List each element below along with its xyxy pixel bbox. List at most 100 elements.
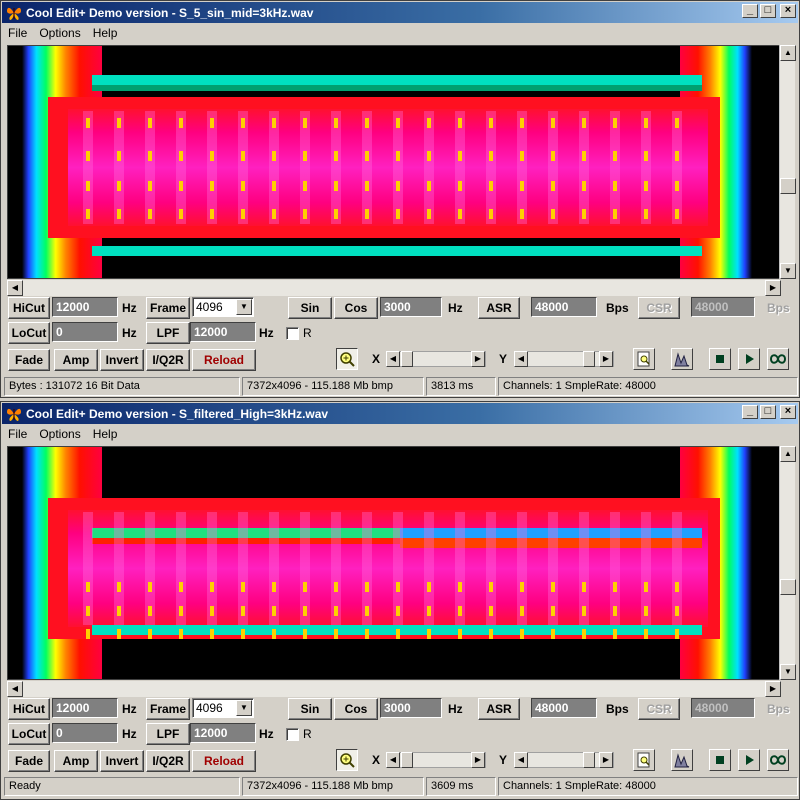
stop-icon[interactable] [709, 749, 731, 771]
lpf-field[interactable]: 12000 [190, 322, 256, 342]
lpf-button[interactable]: LPF [146, 322, 190, 344]
amp-button[interactable]: Amp [54, 349, 98, 371]
scroll-left-icon[interactable]: ◀ [514, 351, 528, 367]
freq-field[interactable]: 3000 [380, 297, 442, 317]
menu-help[interactable]: Help [87, 427, 124, 441]
invert-button[interactable]: Invert [100, 349, 144, 371]
locut-field[interactable]: 0 [52, 723, 118, 743]
scroll-right-icon[interactable]: ▶ [765, 280, 781, 296]
locut-button[interactable]: LoCut [8, 322, 50, 344]
lpf-button[interactable]: LPF [146, 723, 190, 745]
y-slider-knob[interactable] [583, 351, 595, 367]
menu-help[interactable]: Help [87, 26, 124, 40]
menu-options[interactable]: Options [33, 427, 86, 441]
hicut-button[interactable]: HiCut [8, 698, 50, 720]
scroll-left-icon[interactable]: ◀ [514, 752, 528, 768]
butterfly-icon[interactable] [6, 5, 22, 21]
cos-button[interactable]: Cos [334, 698, 378, 720]
play-icon[interactable] [738, 348, 760, 370]
scroll-left-icon[interactable]: ◀ [7, 681, 23, 697]
maximize-icon[interactable]: □ [760, 405, 776, 419]
minimize-icon[interactable]: _ [742, 4, 758, 18]
scroll-thumb[interactable] [780, 579, 796, 595]
loop-icon[interactable] [767, 348, 789, 370]
frame-select[interactable]: 4096 ▼ [192, 297, 254, 317]
asr-button[interactable]: ASR [478, 698, 520, 720]
spectrogram-view[interactable] [7, 45, 781, 279]
reload-button[interactable]: Reload [192, 349, 256, 371]
horizontal-scrollbar[interactable]: ◀ ▶ [7, 280, 781, 296]
scroll-left-icon[interactable]: ◀ [386, 351, 400, 367]
asr-button[interactable]: ASR [478, 297, 520, 319]
title-bar[interactable]: Cool Edit+ Demo version - S_5_sin_mid=3k… [2, 2, 798, 23]
csr-field[interactable]: 48000 [691, 297, 755, 317]
scroll-left-icon[interactable]: ◀ [386, 752, 400, 768]
vertical-scrollbar[interactable]: ▲ ▼ [779, 45, 796, 279]
x-slider-knob[interactable] [401, 351, 413, 367]
locut-button[interactable]: LoCut [8, 723, 50, 745]
locut-field[interactable]: 0 [52, 322, 118, 342]
lpf-field[interactable]: 12000 [190, 723, 256, 743]
zoom-page-icon[interactable] [633, 348, 655, 370]
asr-field[interactable]: 48000 [531, 698, 597, 718]
zoom-in-icon[interactable] [336, 749, 358, 771]
r-checkbox[interactable] [286, 728, 299, 741]
csr-field[interactable]: 48000 [691, 698, 755, 718]
stop-icon[interactable] [709, 348, 731, 370]
csr-button[interactable]: CSR [638, 297, 680, 319]
horizontal-scrollbar[interactable]: ◀ ▶ [7, 681, 781, 697]
scroll-right-icon[interactable]: ▶ [599, 351, 613, 367]
iq2r-button[interactable]: I/Q2R [146, 349, 190, 371]
title-bar[interactable]: Cool Edit+ Demo version - S_filtered_Hig… [2, 403, 798, 424]
scroll-right-icon[interactable]: ▶ [765, 681, 781, 697]
menu-file[interactable]: File [2, 26, 33, 40]
freq-field[interactable]: 3000 [380, 698, 442, 718]
scroll-right-icon[interactable]: ▶ [599, 752, 613, 768]
scroll-left-icon[interactable]: ◀ [7, 280, 23, 296]
menu-file[interactable]: File [2, 427, 33, 441]
chevron-down-icon[interactable]: ▼ [236, 700, 252, 716]
x-slider[interactable]: ◀ ▶ [386, 752, 486, 768]
butterfly-icon[interactable] [6, 406, 22, 422]
zoom-page-icon[interactable] [633, 749, 655, 771]
close-icon[interactable]: × [780, 4, 796, 18]
sin-button[interactable]: Sin [288, 297, 332, 319]
spectrum-icon[interactable] [671, 749, 693, 771]
reload-button[interactable]: Reload [192, 750, 256, 772]
x-slider-knob[interactable] [401, 752, 413, 768]
scroll-up-icon[interactable]: ▲ [780, 45, 796, 61]
frame-button[interactable]: Frame [146, 297, 190, 319]
spectrum-icon[interactable] [671, 348, 693, 370]
hicut-button[interactable]: HiCut [8, 297, 50, 319]
r-checkbox[interactable] [286, 327, 299, 340]
scroll-thumb[interactable] [780, 178, 796, 194]
sin-button[interactable]: Sin [288, 698, 332, 720]
scroll-right-icon[interactable]: ▶ [471, 752, 485, 768]
frame-select[interactable]: 4096 ▼ [192, 698, 254, 718]
cos-button[interactable]: Cos [334, 297, 378, 319]
amp-button[interactable]: Amp [54, 750, 98, 772]
loop-icon[interactable] [767, 749, 789, 771]
close-icon[interactable]: × [780, 405, 796, 419]
maximize-icon[interactable]: □ [760, 4, 776, 18]
vertical-scrollbar[interactable]: ▲ ▼ [779, 446, 796, 680]
fade-button[interactable]: Fade [8, 750, 50, 772]
minimize-icon[interactable]: _ [742, 405, 758, 419]
scroll-up-icon[interactable]: ▲ [780, 446, 796, 462]
menu-options[interactable]: Options [33, 26, 86, 40]
zoom-in-icon[interactable] [336, 348, 358, 370]
csr-button[interactable]: CSR [638, 698, 680, 720]
y-slider[interactable]: ◀ ▶ [514, 752, 614, 768]
y-slider[interactable]: ◀ ▶ [514, 351, 614, 367]
scroll-down-icon[interactable]: ▼ [780, 664, 796, 680]
frame-button[interactable]: Frame [146, 698, 190, 720]
y-slider-knob[interactable] [583, 752, 595, 768]
spectrogram-view[interactable] [7, 446, 781, 680]
x-slider[interactable]: ◀ ▶ [386, 351, 486, 367]
invert-button[interactable]: Invert [100, 750, 144, 772]
scroll-down-icon[interactable]: ▼ [780, 263, 796, 279]
asr-field[interactable]: 48000 [531, 297, 597, 317]
iq2r-button[interactable]: I/Q2R [146, 750, 190, 772]
hicut-field[interactable]: 12000 [52, 297, 118, 317]
scroll-right-icon[interactable]: ▶ [471, 351, 485, 367]
